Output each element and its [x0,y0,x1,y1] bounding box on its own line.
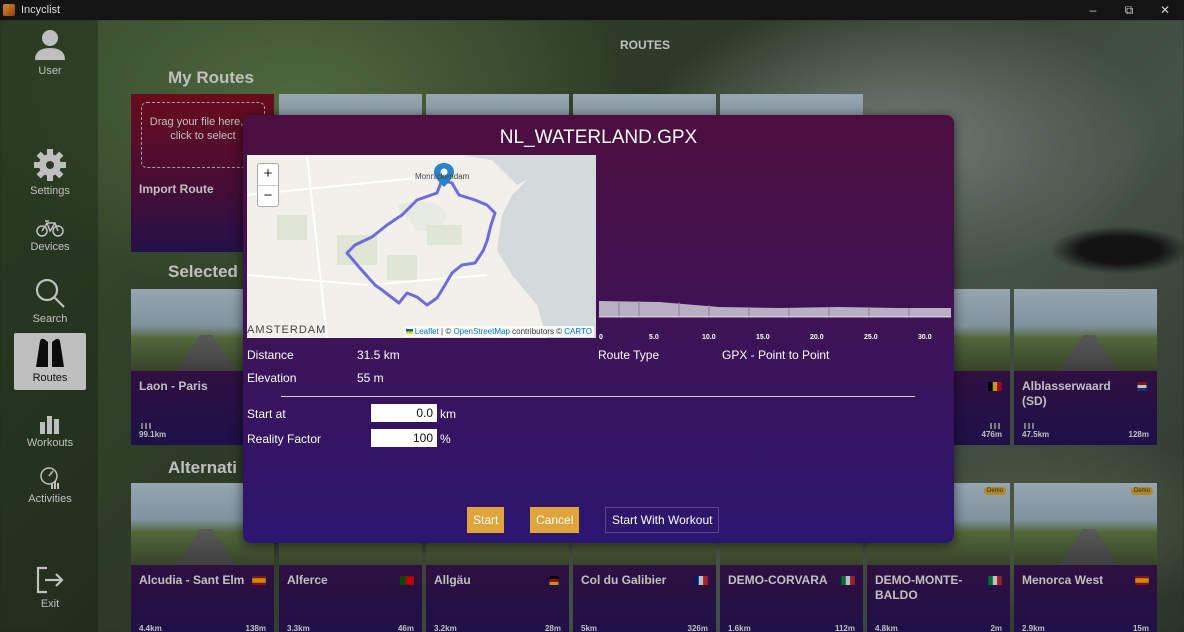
elevation-tick: 20.0 [810,334,824,341]
window-title: Incyclist [21,4,61,16]
zoom-in-button[interactable]: + [258,164,278,185]
distance-label: Distance [247,348,294,362]
start-at-input[interactable] [371,404,437,422]
openstreetmap-link[interactable]: OpenStreetMap [453,327,509,336]
zoom-control: + − [257,163,279,207]
route-map[interactable]: + − Monnickendam AMSTERDAM Leaflet | © O… [247,155,596,338]
cancel-button[interactable]: Cancel [530,507,580,533]
carto-link[interactable]: CARTO [564,327,592,336]
elevation-profile: 0 5.0 10.0 15.0 20.0 25.0 30.0 [599,295,951,341]
attribution-text: contributors © [509,327,565,336]
route-type-value: GPX - Point to Point [722,348,830,362]
leaflet-link[interactable]: Leaflet [415,327,439,336]
dialog-title: NL_WATERLAND.GPX [499,127,698,148]
elevation-label: Elevation [247,371,297,385]
start-at-unit: km [440,407,456,421]
distance-value: 31.5 km [357,348,400,362]
attribution-separator: | © [438,327,454,336]
restore-button[interactable]: ⧉ [1116,3,1142,18]
elevation-chart [599,301,951,318]
reality-factor-unit: % [440,432,451,446]
route-type-label: Route Type [598,348,660,362]
elevation-tick: 0 [599,334,603,341]
reality-factor-label: Reality Factor [247,432,322,446]
start-button[interactable]: Start [467,507,505,533]
elevation-tick: 25.0 [864,334,878,341]
ukraine-flag-icon [405,329,413,335]
start-with-workout-button[interactable]: Start With Workout [605,507,720,533]
elevation-tick: 15.0 [756,334,770,341]
divider [281,396,915,397]
minimize-button[interactable]: – [1080,3,1106,17]
elevation-tick: 5.0 [649,334,659,341]
map-canvas [247,155,596,338]
map-city-label: AMSTERDAM [247,324,327,336]
start-at-label: Start at [247,407,286,421]
elevation-value: 55 m [357,371,384,385]
map-attribution: Leaflet | © OpenStreetMap contributors ©… [403,326,594,337]
close-button[interactable]: ✕ [1152,3,1178,17]
zoom-out-button[interactable]: − [258,185,278,206]
title-bar: Incyclist – ⧉ ✕ [0,0,1184,20]
route-details-dialog: NL_WATERLAND.GPX + − Monnickendam AMSTER… [243,115,954,543]
reality-factor-input[interactable] [371,429,437,447]
elevation-tick: 30.0 [918,334,932,341]
map-town-label: Monnickendam [415,172,470,181]
elevation-tick: 10.0 [702,334,716,341]
app-logo-icon [3,4,15,16]
